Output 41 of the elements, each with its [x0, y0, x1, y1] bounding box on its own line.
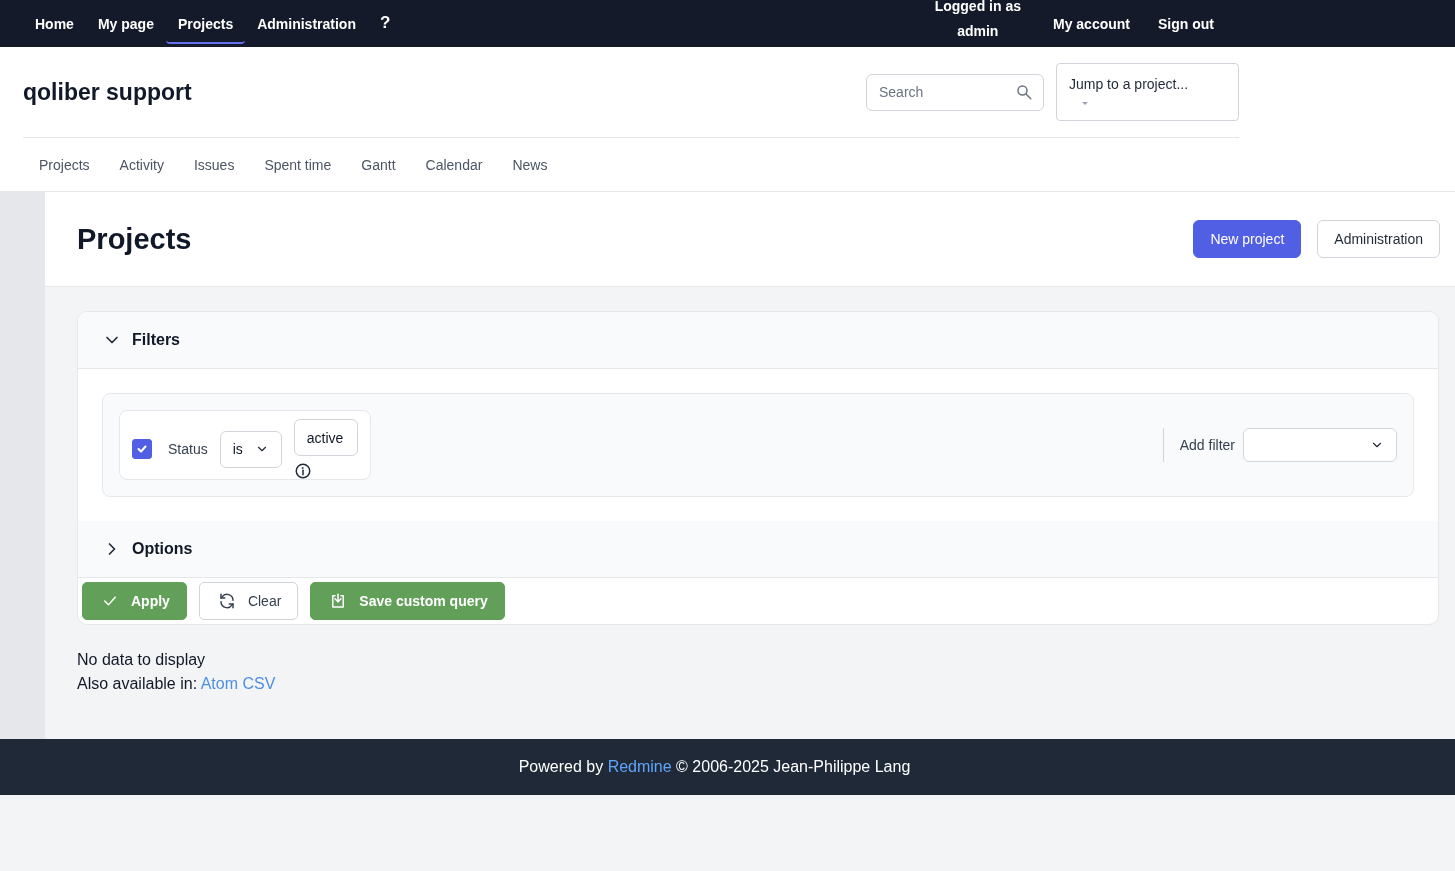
export-label: Also available in: — [77, 675, 198, 692]
redmine-link[interactable]: Redmine — [607, 758, 672, 775]
main-menu-tab[interactable]: Gantt — [349, 148, 414, 181]
administration-button[interactable]: Administration — [1317, 220, 1440, 258]
account-link[interactable]: Sign out — [1146, 3, 1226, 44]
checkmark-icon — [136, 443, 148, 455]
search-field[interactable]: Search — [866, 73, 1044, 111]
site-title: qoliber support — [23, 78, 192, 106]
main-menu-tab[interactable]: Spent time — [252, 148, 350, 181]
filters-header[interactable]: Filters — [78, 312, 1438, 369]
operator-dropdown[interactable]: is — [219, 430, 282, 468]
options-header[interactable]: Options — [78, 521, 1438, 578]
account-link[interactable]: My account — [1041, 3, 1142, 44]
clear-button[interactable]: Clear — [198, 582, 299, 620]
info-icon — [293, 462, 312, 480]
main-menu-tab[interactable]: Calendar — [413, 148, 501, 181]
add-filter-label: Add filter — [1179, 437, 1235, 453]
main-menu-tab[interactable]: Issues — [181, 148, 253, 181]
main-menu-tab[interactable]: Projects — [27, 148, 108, 181]
logged-in-label: Logged in as — [934, 0, 1021, 16]
value-dropdown[interactable]: active — [293, 419, 359, 456]
project-jump-dropdown[interactable]: Jump to a project... — [1056, 63, 1239, 121]
help-link[interactable]: ? — [367, 12, 403, 35]
top-menu-link[interactable]: Administration — [245, 3, 368, 44]
top-menu-link[interactable]: Home — [23, 3, 86, 44]
new-project-button[interactable]: New project — [1193, 220, 1302, 258]
no-data-message: No data to display — [77, 651, 207, 669]
checkbox[interactable] — [132, 439, 152, 459]
user-link[interactable]: admin — [957, 18, 999, 44]
top-menu-link[interactable]: Projects — [165, 3, 246, 44]
footer-text: Powered by Redmine © 2006-2025 Jean-Philippe Lang — [518, 758, 911, 776]
page-title: Projects — [77, 222, 192, 256]
main-menu-tab[interactable]: News — [500, 148, 566, 181]
search-icon — [1015, 82, 1033, 101]
section-title: Options — [132, 540, 193, 558]
main-menu-tab[interactable]: Activity — [107, 148, 182, 181]
refresh-icon — [217, 592, 236, 610]
section-title: Filters — [132, 331, 180, 349]
filter-label: Status — [168, 441, 208, 457]
caret-icon — [1082, 102, 1088, 105]
top-menu-link[interactable]: My page — [85, 3, 166, 44]
